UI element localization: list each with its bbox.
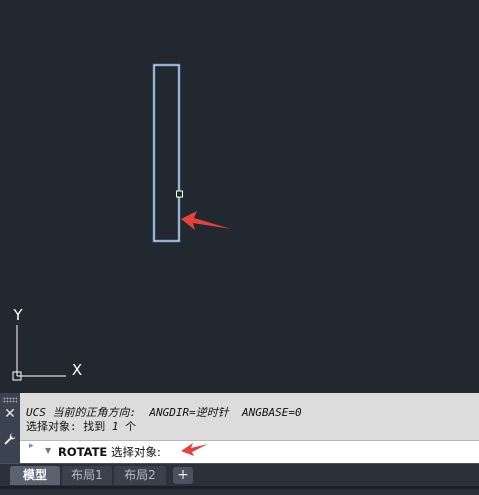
- ucs-icon: [12, 325, 66, 381]
- layout-tab-bar: 模型 布局1 布局2 +: [0, 463, 479, 495]
- tab-model[interactable]: 模型: [10, 466, 60, 485]
- command-line-sidebar: ✕: [0, 393, 20, 463]
- red-arrow-annotation-2: [181, 443, 208, 456]
- ucs-x-label: X: [72, 361, 82, 379]
- history-count: 1: [111, 420, 119, 433]
- red-arrow-annotation: [181, 211, 231, 230]
- recent-commands-icon[interactable]: ▸: [29, 441, 34, 451]
- history-line-1: UCS 当前的正角方向: ANGDIR=逆时针 ANGBASE=0: [26, 406, 476, 420]
- history-select-text: 选择对象: 找到: [26, 420, 112, 433]
- chevron-down-icon[interactable]: ▼: [45, 446, 51, 455]
- command-prompt: 选择对象:: [110, 445, 161, 459]
- tab-layout2[interactable]: 布局2: [114, 466, 166, 485]
- add-layout-button[interactable]: +: [173, 467, 193, 484]
- wrench-icon[interactable]: [3, 431, 17, 445]
- command-input-row: ▸ ▼ ROTATE 选择对象:: [20, 440, 479, 463]
- rectangle-glow: [152, 63, 181, 243]
- history-unit: 个: [118, 420, 137, 433]
- command-history: UCS 当前的正角方向: ANGDIR=逆时针 ANGBASE=0 选择对象: …: [26, 406, 476, 434]
- history-line-2: 选择对象: 找到 1 个: [26, 420, 476, 434]
- close-icon[interactable]: ✕: [3, 407, 17, 421]
- selected-rectangle[interactable]: [153, 64, 180, 242]
- history-angbase: ANGBASE=0: [241, 406, 302, 419]
- drawing-canvas[interactable]: Y X: [0, 0, 479, 393]
- drag-grip-icon[interactable]: [3, 397, 17, 403]
- command-keyword: ROTATE: [58, 445, 108, 459]
- history-ucs-prefix: UCS 当前的正角方向:: [26, 406, 137, 419]
- ucs-y-label: Y: [12, 306, 23, 324]
- tab-bar-underline: [0, 486, 479, 489]
- command-line-panel: ✕ UCS 当前的正角方向: ANGDIR=逆时针 ANGBASE=0 选择对象…: [0, 393, 479, 463]
- history-angdir: ANGDIR=逆时针: [149, 406, 229, 419]
- grip-handle[interactable]: [176, 190, 183, 198]
- drawing-svg: Y X: [12, 63, 231, 381]
- tab-layout1[interactable]: 布局1: [62, 466, 112, 485]
- command-input[interactable]: ROTATE 选择对象:: [58, 444, 161, 460]
